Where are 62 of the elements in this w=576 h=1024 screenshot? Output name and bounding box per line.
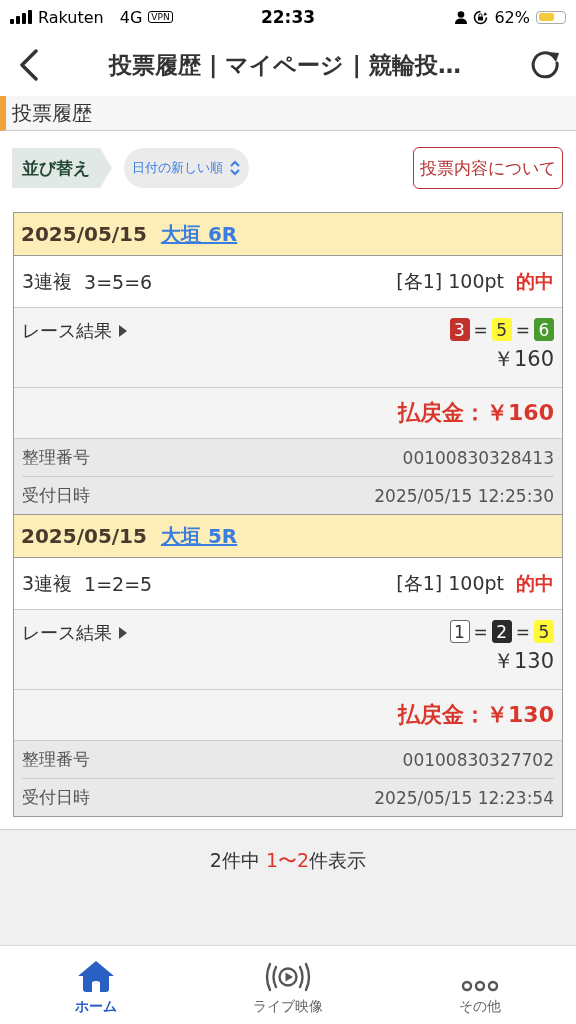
about-button[interactable]: 投票内容について	[413, 147, 563, 189]
id-value: 00100830328413	[402, 447, 554, 468]
id-label: 整理番号	[22, 748, 90, 771]
carrier-name: Rakuten	[38, 7, 104, 27]
page-title: 投票履歴 | マイページ | 競輪投…	[107, 50, 462, 81]
person-icon	[455, 10, 468, 24]
signal-icon	[10, 10, 32, 24]
live-broadcast-icon	[265, 962, 311, 992]
time-label: 受付日時	[22, 484, 90, 507]
battery-percent: 62%	[494, 7, 530, 27]
equals-sign: =	[515, 319, 530, 340]
result-number: 5	[491, 318, 512, 341]
network-type: 4G	[119, 7, 143, 27]
id-value: 00100830327702	[402, 749, 554, 770]
time-label: 受付日時	[22, 786, 90, 809]
triangle-right-icon	[118, 324, 128, 338]
bet-stake: [各1] 100pt	[396, 268, 504, 294]
home-icon	[77, 960, 115, 992]
result-number: 6	[534, 318, 554, 341]
result-number: 5	[534, 620, 554, 643]
result-number: 1	[449, 620, 470, 643]
section-title: 投票履歴	[12, 99, 92, 127]
result-link[interactable]: レース結果	[22, 620, 128, 646]
equals-sign: =	[473, 621, 488, 642]
sort-dropdown[interactable]: 日付の新しい順	[124, 148, 249, 188]
outcome-label: 的中	[516, 570, 554, 596]
outcome-label: 的中	[516, 268, 554, 294]
bet-stake: [各1] 100pt	[396, 570, 504, 596]
refund-amount: 払戻金：￥160	[398, 399, 554, 427]
sort-arrows-icon	[229, 160, 241, 176]
triangle-right-icon	[118, 626, 128, 640]
summary-text: 2件中 1〜2件表示	[209, 848, 367, 873]
bet-combination: 1=2=5	[84, 572, 153, 595]
clock-time: 22:33	[260, 7, 316, 27]
back-icon[interactable]	[18, 49, 40, 81]
id-label: 整理番号	[22, 446, 90, 469]
equals-sign: =	[515, 621, 530, 642]
bet-type: 3連複	[22, 570, 73, 596]
reload-icon[interactable]	[530, 50, 562, 80]
tab-item[interactable]: ライブ映像	[192, 946, 384, 1024]
battery-icon	[536, 10, 566, 24]
result-number: 2	[491, 620, 512, 643]
sort-label: 並び替え	[12, 148, 112, 188]
result-link[interactable]: レース結果	[22, 318, 128, 344]
more-icon	[461, 980, 499, 992]
result-number: 3	[449, 318, 470, 341]
time-value: 2025/05/15 12:25:30	[374, 485, 554, 506]
result-payout: ￥160	[492, 346, 554, 373]
tab-item[interactable]: その他	[384, 946, 576, 1024]
result-payout: ￥130	[492, 648, 554, 675]
bet-combination: 3=5=6	[84, 270, 153, 293]
race-link[interactable]: 大垣 5R	[160, 522, 238, 550]
time-value: 2025/05/15 12:23:54	[374, 787, 554, 808]
ticket-date: 2025/05/15	[21, 524, 147, 548]
race-link[interactable]: 大垣 6R	[160, 220, 238, 248]
tab-item[interactable]: ホーム	[0, 946, 192, 1024]
ticket-date: 2025/05/15	[21, 222, 147, 246]
vpn-badge: VPN	[148, 11, 173, 23]
rotation-lock-icon	[473, 9, 489, 25]
bet-type: 3連複	[22, 268, 73, 294]
equals-sign: =	[473, 319, 488, 340]
refund-amount: 払戻金：￥130	[398, 701, 554, 729]
